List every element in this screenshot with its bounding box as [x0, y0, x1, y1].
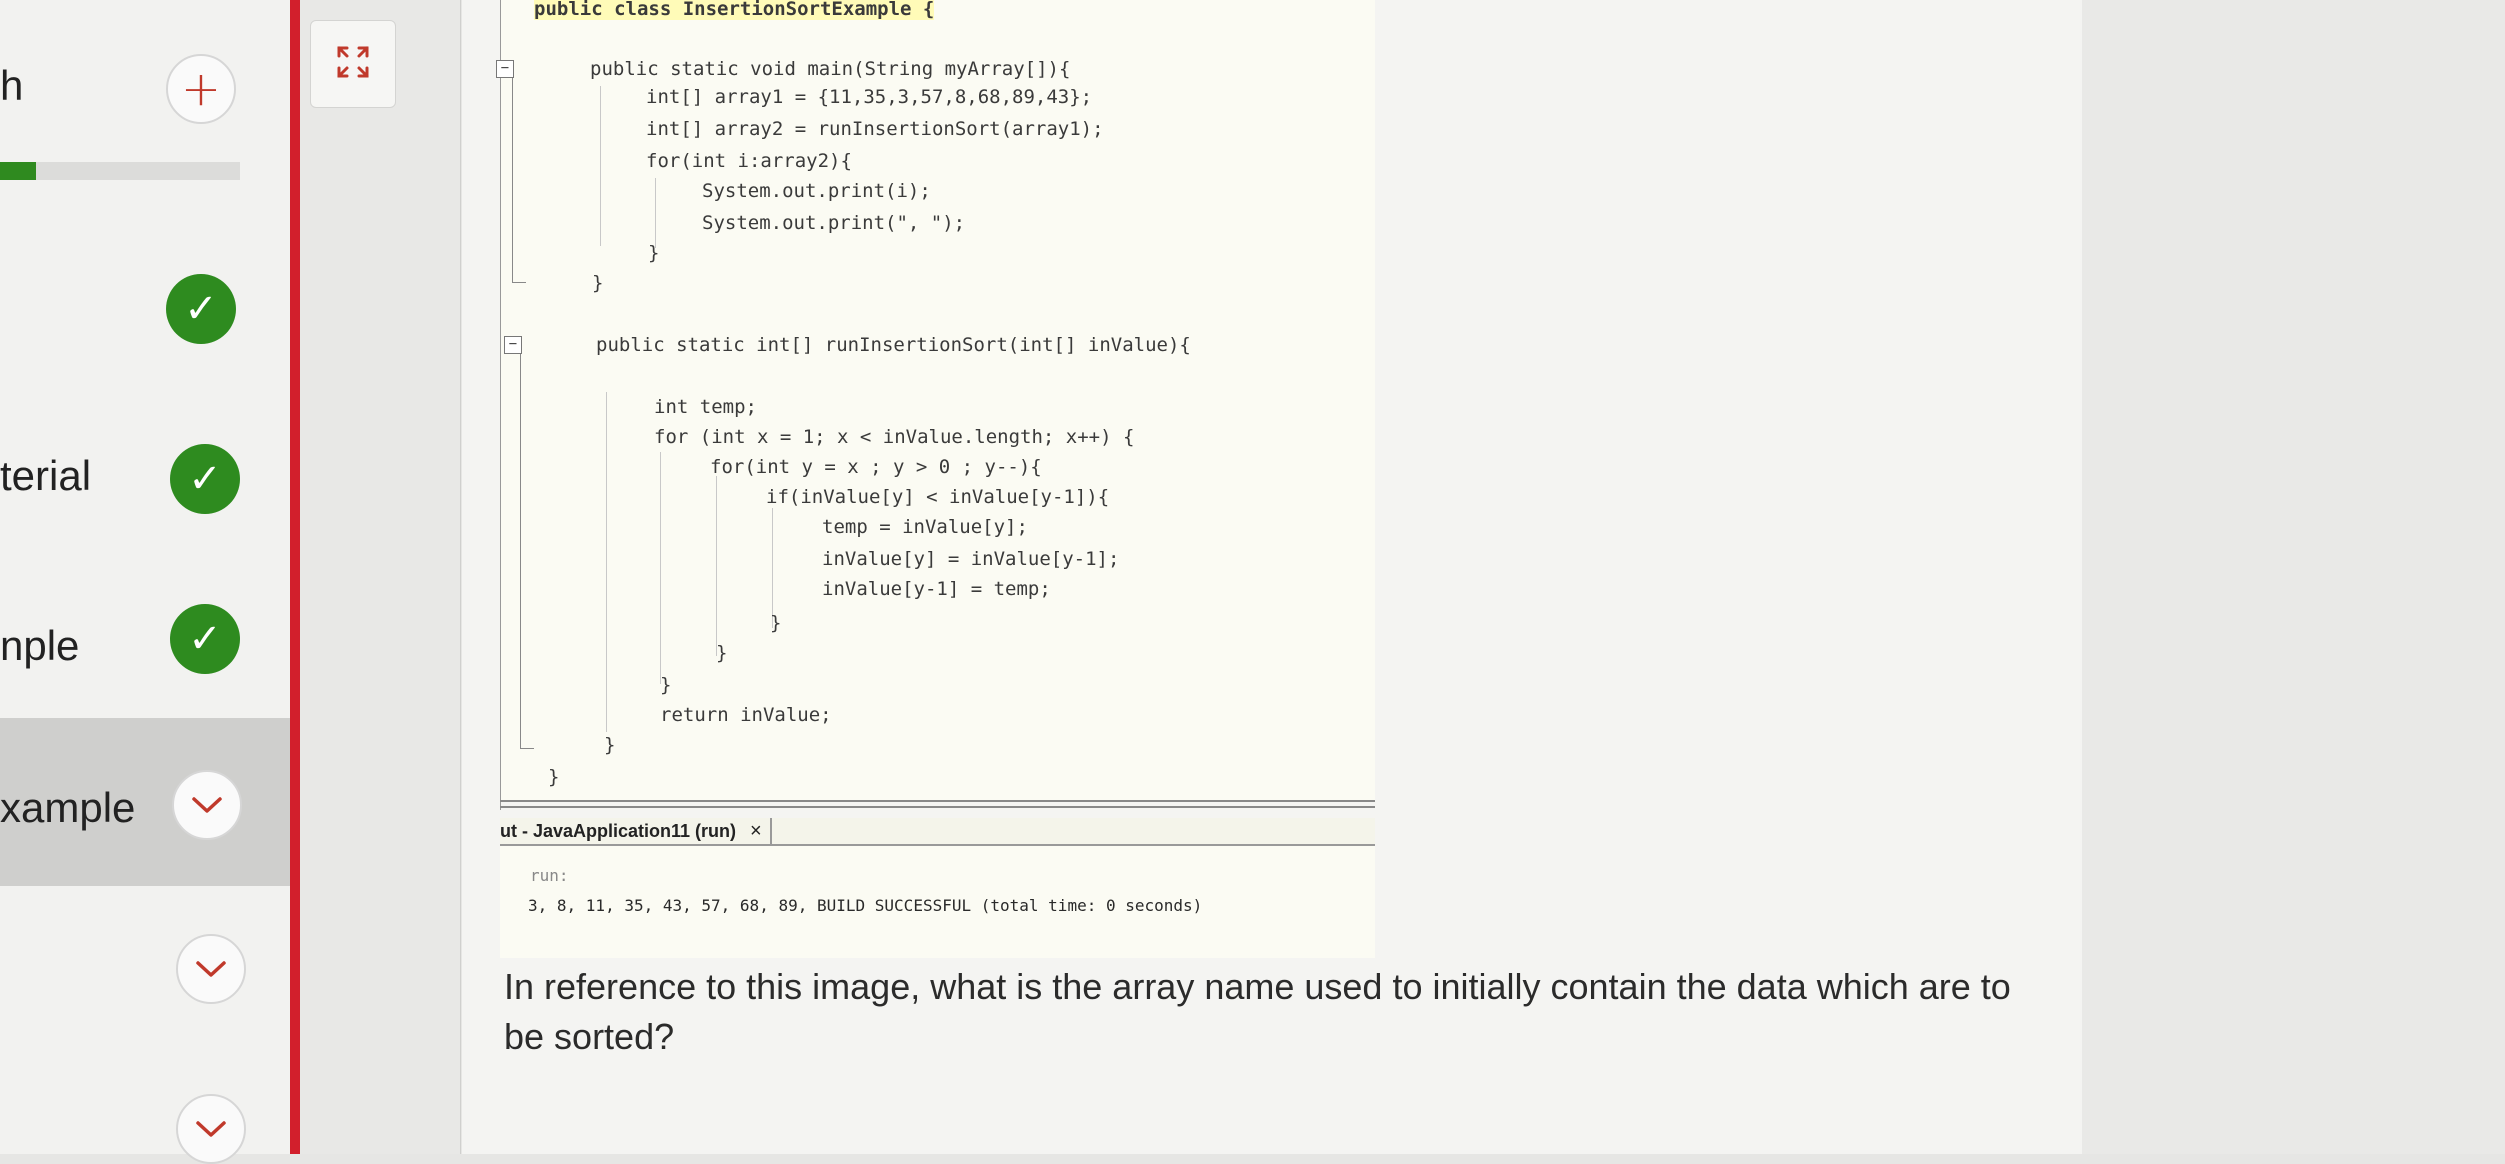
splitter — [500, 806, 1375, 808]
check-icon: ✓ — [170, 444, 240, 514]
code-line: System.out.print(", "); — [702, 212, 966, 234]
code-line: if(inValue[y] < inValue[y-1]){ — [766, 486, 1110, 508]
expand-button[interactable] — [310, 20, 396, 108]
accent-divider — [290, 0, 300, 1154]
fold-icon[interactable]: − — [496, 60, 514, 78]
code-line: for (int x = 1; x < inValue.length; x++)… — [654, 426, 1135, 448]
output-console: run: 3, 8, 11, 35, 43, 57, 68, 89, BUILD… — [500, 846, 1375, 958]
check-icon: ✓ — [170, 604, 240, 674]
run-label: run: — [530, 866, 569, 885]
check-icon: ✓ — [166, 274, 236, 344]
code-line: inValue[y] = inValue[y-1]; — [822, 548, 1120, 570]
question-text: In reference to this image, what is the … — [504, 966, 2011, 1057]
code-line: } — [770, 612, 782, 634]
indent-guide — [655, 178, 656, 248]
output-tab[interactable]: ut - JavaApplication11 (run) × — [500, 818, 772, 844]
page-background — [2082, 0, 2505, 1154]
code-line: } — [660, 674, 672, 696]
code-line: int temp; — [654, 396, 757, 418]
output-tab-title: ut - JavaApplication11 (run) — [500, 821, 737, 841]
progress-fill — [0, 162, 36, 180]
build-result: 3, 8, 11, 35, 43, 57, 68, 89, BUILD SUCC… — [528, 896, 1203, 915]
fold-guide-end — [512, 282, 526, 283]
indent-guide — [660, 452, 661, 684]
code-line: System.out.print(i); — [702, 180, 931, 202]
code-line: public class InsertionSortExample { — [534, 0, 935, 20]
fold-icon[interactable]: − — [504, 336, 522, 354]
close-icon[interactable]: × — [750, 820, 762, 842]
editor-border — [500, 0, 501, 810]
code-line: int[] array1 = {11,35,3,57,8,68,89,43}; — [646, 86, 1093, 108]
chevron-down-icon[interactable] — [172, 770, 242, 840]
code-line: } — [548, 766, 560, 788]
code-line: } — [592, 272, 604, 294]
sidebar-item-label[interactable]: terial — [0, 452, 91, 500]
splitter[interactable] — [500, 800, 1375, 802]
sidebar-item-label[interactable]: nple — [0, 622, 79, 670]
code-line: public static void main(String myArray[]… — [590, 58, 1071, 80]
output-tabbar: ut - JavaApplication11 (run) × — [500, 818, 1375, 846]
fold-guide — [520, 354, 521, 748]
code-line: return inValue; — [660, 704, 832, 726]
indent-guide — [600, 86, 601, 246]
code-line: } — [716, 642, 728, 664]
indent-guide — [716, 476, 717, 656]
indent-guide — [606, 392, 607, 732]
expand-icon — [336, 45, 370, 83]
code-line: int[] array2 = runInsertionSort(array1); — [646, 118, 1104, 140]
fold-guide — [512, 78, 513, 282]
code-line: for(int i:array2){ — [646, 150, 852, 172]
tool-column — [300, 0, 461, 1154]
code-line: temp = inValue[y]; — [822, 516, 1028, 538]
module-sidebar: h + ✓ terial ✓ nple ✓ xample — [0, 0, 290, 1164]
indent-guide — [772, 508, 773, 628]
code-line: public static int[] runInsertionSort(int… — [596, 334, 1191, 356]
progress-bar — [0, 162, 240, 180]
code-line: } — [648, 242, 660, 264]
plus-icon[interactable]: + — [166, 54, 236, 124]
code-line: } — [604, 734, 616, 756]
code-line: for(int y = x ; y > 0 ; y--){ — [710, 456, 1042, 478]
code-line: inValue[y-1] = temp; — [822, 578, 1051, 600]
sidebar-item-label[interactable]: xample — [0, 784, 135, 832]
sidebar-item-label[interactable]: h — [0, 62, 23, 110]
fold-guide-end — [520, 748, 534, 749]
chevron-down-icon[interactable] — [176, 934, 246, 1004]
